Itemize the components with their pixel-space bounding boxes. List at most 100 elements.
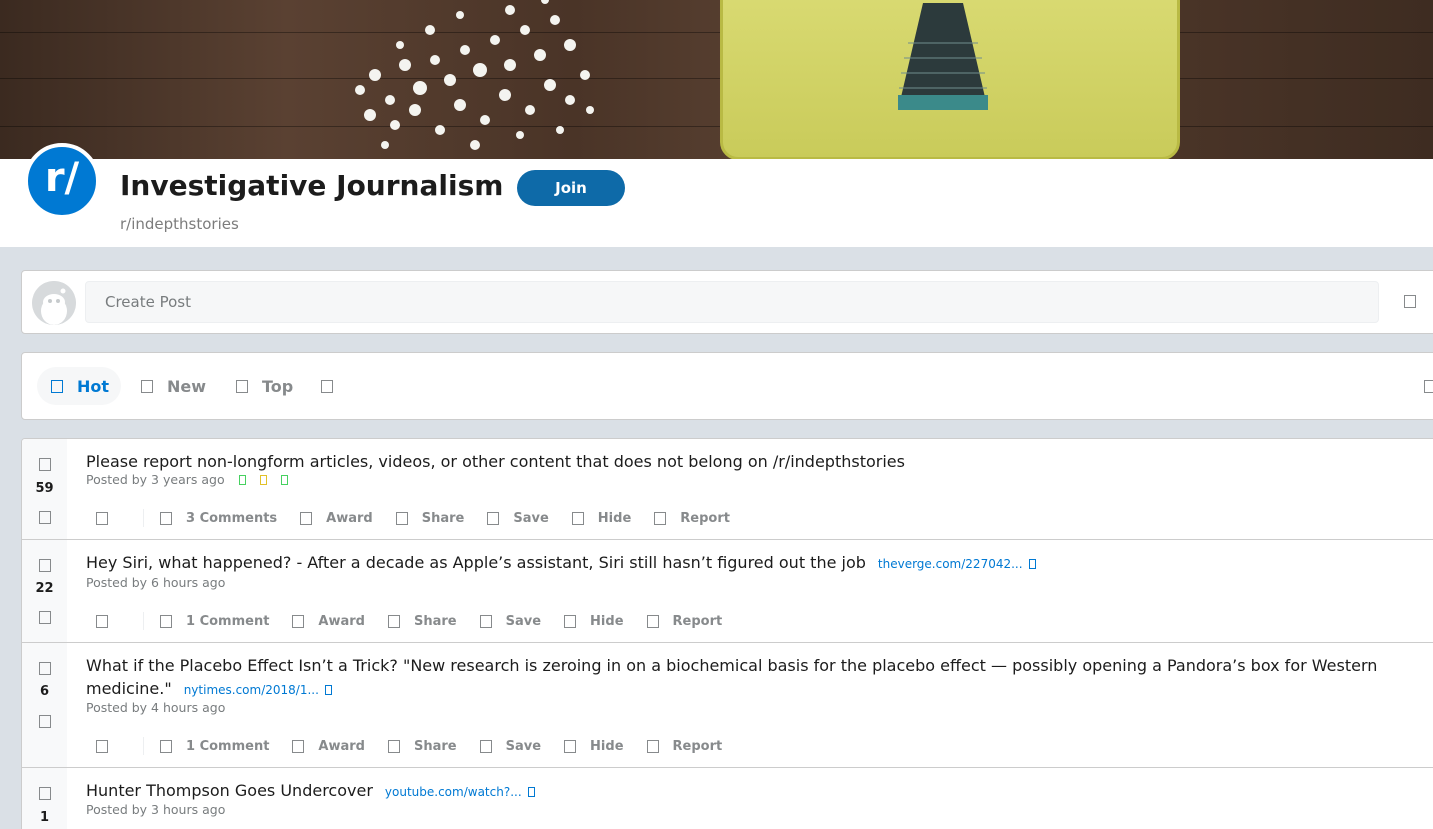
sort-top-tab[interactable]: Top: [236, 367, 293, 405]
create-post-input[interactable]: Create Post: [85, 281, 1379, 323]
save-label: Save: [505, 613, 542, 629]
comments-label: 1 Comment: [186, 738, 270, 754]
post-domain-link[interactable]: nytimes.com/2018/1...: [184, 683, 332, 697]
upvote-icon[interactable]: [39, 559, 51, 572]
award-button[interactable]: Award: [300, 511, 373, 526]
upvote-icon[interactable]: [39, 458, 51, 471]
share-icon: [395, 511, 408, 525]
hide-icon: [564, 614, 577, 628]
post-actions: 1 Comment Award Share Save Hide Report: [96, 736, 745, 756]
snoo-avatar-icon: [32, 281, 76, 325]
comments-button[interactable]: 1 Comment: [160, 739, 269, 754]
external-link-icon: [527, 787, 535, 797]
post-title[interactable]: Hunter Thompson Goes Undercover youtube.c…: [86, 779, 1426, 804]
comment-icon: [160, 739, 172, 753]
expand-button[interactable]: [96, 614, 122, 628]
report-button[interactable]: Report: [646, 614, 722, 629]
share-button[interactable]: Share: [387, 613, 457, 629]
more-sort-button[interactable]: [321, 367, 347, 405]
share-button[interactable]: Share: [395, 510, 465, 526]
share-icon: [387, 614, 400, 628]
post-domain-text: theverge.com/227042...: [877, 557, 1023, 571]
award-button[interactable]: Award: [292, 614, 365, 629]
report-label: Report: [672, 738, 723, 754]
share-label: Share: [413, 613, 457, 629]
save-button[interactable]: Save: [479, 613, 542, 629]
comments-button[interactable]: 3 Comments: [160, 511, 277, 526]
hide-button[interactable]: Hide: [564, 613, 624, 629]
subreddit-header: r/ Investigative Journalism Join r/indep…: [0, 143, 1433, 247]
hide-label: Hide: [590, 613, 624, 629]
share-label: Share: [421, 510, 465, 526]
flowers-image: [355, 0, 594, 150]
save-label: Save: [513, 510, 549, 526]
downvote-icon[interactable]: [39, 511, 51, 524]
post-domain-link[interactable]: youtube.com/watch?...: [385, 785, 535, 799]
save-button[interactable]: Save: [487, 510, 549, 526]
save-label: Save: [505, 738, 542, 754]
comment-icon: [160, 511, 172, 525]
expand-button[interactable]: [96, 511, 122, 525]
save-button[interactable]: Save: [479, 738, 542, 754]
post-item[interactable]: 22 Hey Siri, what happened? - After a de…: [22, 540, 1433, 643]
post-actions: 1 Comment Award Share Save Hide Report: [96, 611, 745, 631]
view-layout-icon[interactable]: [1424, 380, 1433, 393]
sparkle-icon: [141, 379, 153, 393]
hide-button[interactable]: Hide: [571, 510, 632, 526]
vote-column: 22: [22, 540, 67, 642]
report-button[interactable]: Report: [654, 511, 730, 526]
report-button[interactable]: Report: [646, 738, 723, 754]
post-title-text: Hunter Thompson Goes Undercover: [86, 781, 373, 800]
upvote-icon[interactable]: [39, 662, 51, 675]
user-avatar[interactable]: [32, 281, 76, 325]
bookmark-icon: [479, 739, 492, 753]
bookmark-icon: [479, 614, 492, 628]
hide-button[interactable]: Hide: [564, 739, 624, 754]
external-link-icon: [324, 685, 332, 695]
post-meta: Posted by 4 hours ago: [86, 700, 225, 715]
gift-icon: [292, 614, 305, 628]
post-feed: 59 Please report non-longform articles, …: [21, 438, 1433, 829]
sort-new-tab[interactable]: New: [141, 367, 206, 405]
award-button[interactable]: Award: [292, 739, 365, 754]
hide-label: Hide: [597, 510, 632, 526]
post-title[interactable]: Hey Siri, what happened? - After a decad…: [86, 551, 1426, 576]
post-item[interactable]: 59 Please report non-longform articles, …: [22, 439, 1433, 540]
share-icon: [387, 739, 400, 753]
comment-icon: [160, 614, 172, 628]
post-score: 6: [39, 684, 50, 699]
sort-hot-tab[interactable]: Hot: [37, 367, 122, 405]
post-item[interactable]: 1 Hunter Thompson Goes Undercover youtube…: [22, 768, 1433, 829]
share-button[interactable]: Share: [387, 739, 457, 754]
post-actions: 3 Comments Award Share Save Hide Report: [96, 508, 753, 528]
top-chart-icon: [236, 379, 248, 393]
image-upload-icon[interactable]: [1404, 295, 1416, 308]
post-title-text: Hey Siri, what happened? - After a decad…: [86, 553, 866, 572]
expand-icon: [96, 614, 108, 628]
downvote-icon[interactable]: [39, 611, 51, 624]
award-icon: [259, 475, 267, 485]
comments-button[interactable]: 1 Comment: [160, 614, 269, 629]
post-title[interactable]: Please report non-longform articles, vid…: [86, 450, 1426, 473]
post-score: 1: [39, 810, 50, 825]
award-icon: [280, 475, 288, 485]
create-post-bar: Create Post: [21, 270, 1433, 334]
downvote-icon[interactable]: [39, 715, 51, 728]
sort-top-label: Top: [262, 376, 294, 396]
upvote-icon[interactable]: [39, 787, 51, 800]
post-meta-text: Posted by 4 hours ago: [86, 700, 226, 715]
typewriter-image: [720, 0, 1180, 159]
flag-icon: [646, 739, 659, 753]
flame-icon: [51, 379, 63, 393]
post-title-text: Please report non-longform articles, vid…: [86, 452, 905, 471]
gift-icon: [292, 739, 305, 753]
join-button[interactable]: Join: [517, 170, 625, 206]
post-item[interactable]: 6 What if the Placebo Effect Isn’t a Tri…: [22, 643, 1433, 768]
post-title[interactable]: What if the Placebo Effect Isn’t a Trick…: [86, 654, 1426, 702]
expand-icon: [96, 739, 108, 753]
expand-button[interactable]: [96, 739, 122, 753]
post-domain-link[interactable]: theverge.com/227042...: [878, 557, 1036, 571]
vote-column: 59: [22, 439, 67, 539]
gift-icon: [300, 511, 313, 525]
subreddit-banner: [0, 0, 1433, 159]
